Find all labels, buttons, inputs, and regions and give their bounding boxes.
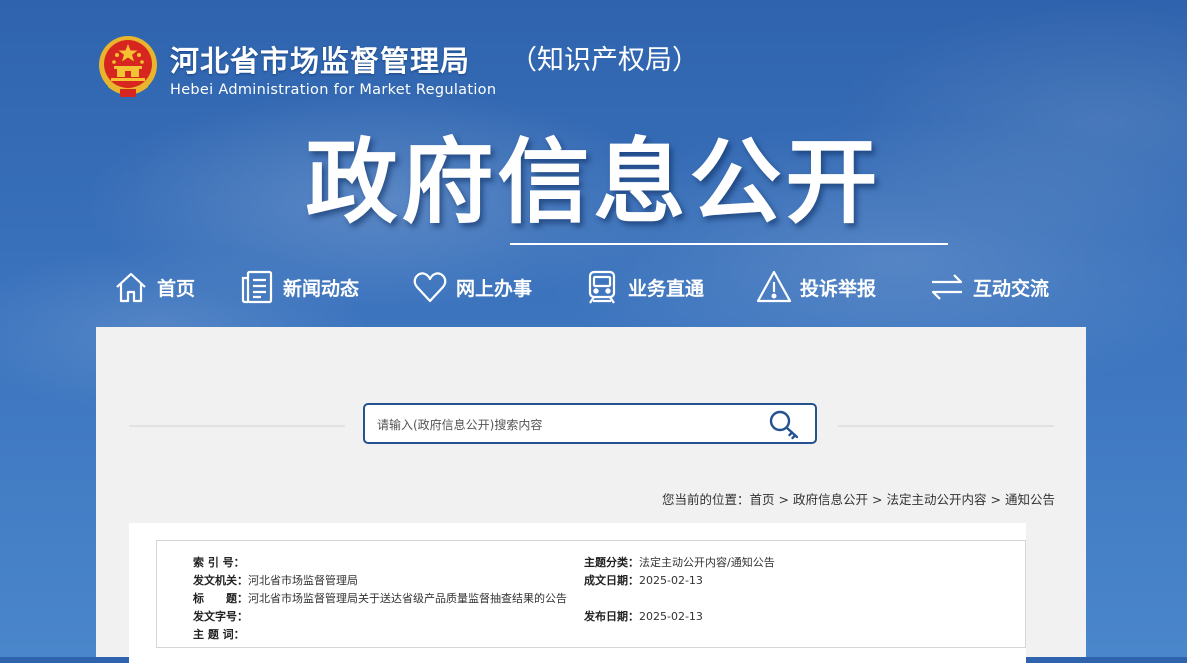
meta-category: 主题分类：法定主动公开内容/通知公告 [584,554,775,570]
meta-title: 标 题：河北省市场监督管理局关于送达省级产品质量监督抽查结果的公告 [193,590,567,606]
meta-value: 河北省市场监督管理局关于送达省级产品质量监督抽查结果的公告 [248,592,567,605]
nav-label: 新闻动态 [283,277,360,300]
meta-label: 标 题： [193,592,248,605]
divider-line [838,425,1054,427]
search-input[interactable] [377,415,757,435]
train-icon [588,270,616,304]
nav-label: 首页 [157,277,196,300]
breadcrumb-separator: > [872,492,883,507]
national-emblem-icon [99,36,157,97]
breadcrumb-separator: > [990,492,1001,507]
site-title: 河北省市场监督管理局 [170,44,471,78]
meta-label: 主题分类： [584,556,639,569]
breadcrumb-statutory[interactable]: 法定主动公开内容 [886,492,986,507]
nav-label: 互动交流 [973,277,1050,300]
nav-interaction[interactable]: 互动交流 [929,266,1049,308]
meta-publish-date: 发布日期：2025-02-13 [584,608,703,624]
meta-keywords: 主 题 词： [193,626,245,642]
nav-label: 网上办事 [456,277,533,300]
meta-index: 索 引 号： [193,554,245,570]
meta-value: 2025-02-13 [639,610,703,623]
breadcrumb-separator: > [778,492,789,507]
meta-label: 发布日期： [584,610,639,623]
article-area: 索 引 号： 主题分类：法定主动公开内容/通知公告 发文机关：河北省市场监督管理… [129,523,1026,663]
nav-online-service[interactable]: 网上办事 [412,266,532,308]
search-key-icon[interactable] [767,409,803,441]
home-icon [116,272,146,303]
nav-label: 投诉举报 [800,277,877,300]
meta-value: 法定主动公开内容/通知公告 [639,556,775,569]
meta-doc-no: 发文字号： [193,608,248,624]
meta-label: 发文机关： [193,574,248,587]
nav-complaint[interactable]: 投诉举报 [756,266,876,308]
search-box [363,403,817,444]
content-panel: 您当前的位置：首页>政府信息公开>法定主动公开内容>通知公告 索 引 号： 主题… [96,327,1086,663]
meta-value: 河北省市场监督管理局 [248,574,358,587]
meta-label: 发文字号： [193,610,248,623]
nav-news[interactable]: 新闻动态 [239,266,359,308]
nav-label: 业务直通 [628,277,705,300]
nav-home[interactable]: 首页 [113,266,195,308]
meta-value: 2025-02-13 [639,574,703,587]
site-title-suffix: （知识产权局） [510,45,699,76]
breadcrumb-prefix: 您当前的位置： [661,492,750,507]
section-title: 政府信息公开 [305,129,882,236]
meta-label: 索 引 号： [193,556,245,569]
breadcrumb-gov-info[interactable]: 政府信息公开 [793,492,868,507]
heart-icon [413,272,447,303]
meta-label: 成文日期： [584,574,639,587]
divider-line [129,425,345,427]
exchange-icon [931,274,963,300]
site-subtitle-en: Hebei Administration for Market Regulati… [170,82,497,98]
meta-label: 主 题 词： [193,628,245,641]
breadcrumb: 您当前的位置：首页 > 政府信息公开 > 法定主动公开内容 > 通知公告 [662,489,1055,508]
meta-issuer: 发文机关：河北省市场监督管理局 [193,572,358,588]
breadcrumb-home[interactable]: 首页 [749,492,774,507]
meta-date-written: 成文日期：2025-02-13 [584,572,703,588]
title-underline [510,243,948,245]
document-meta-table: 索 引 号： 主题分类：法定主动公开内容/通知公告 发文机关：河北省市场监督管理… [156,540,1026,648]
nav-business[interactable]: 业务直通 [584,266,704,308]
warning-icon [756,270,792,303]
breadcrumb-notices[interactable]: 通知公告 [1005,492,1055,507]
news-icon [241,270,273,304]
